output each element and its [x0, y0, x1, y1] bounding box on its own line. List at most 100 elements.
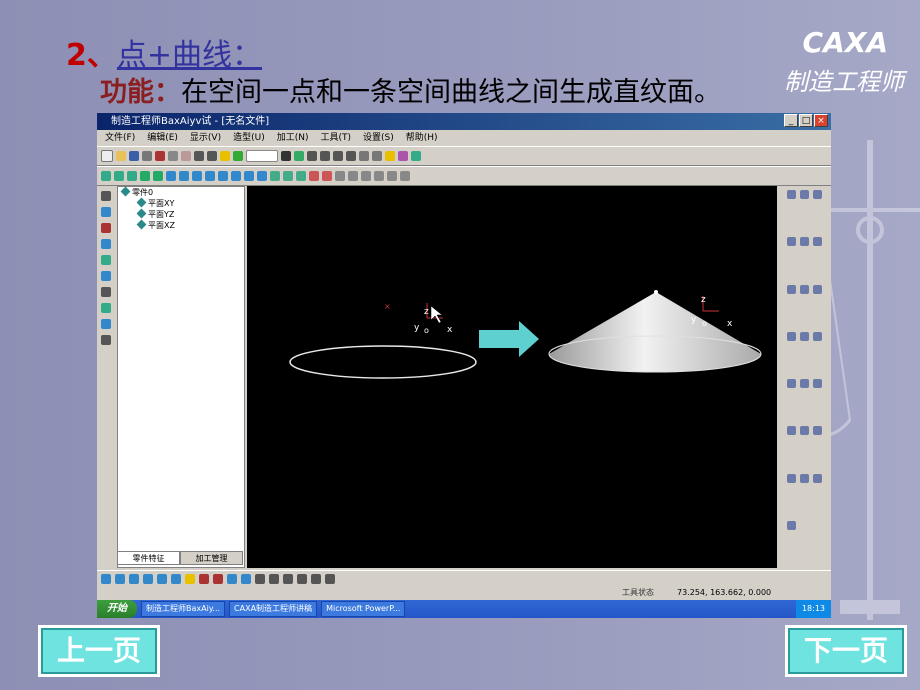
menu-view[interactable]: 显示(V): [190, 130, 221, 146]
surface-tool-icon[interactable]: [166, 171, 176, 181]
ellipse-icon[interactable]: [787, 331, 796, 341]
machining-tool-icon[interactable]: [361, 171, 371, 181]
edit-curve-icon[interactable]: [787, 520, 796, 530]
curve-tool-icon[interactable]: [800, 237, 809, 247]
geometry-transform-icon[interactable]: [297, 574, 307, 584]
close-button[interactable]: ×: [814, 114, 828, 127]
geometry-transform-icon[interactable]: [325, 574, 335, 584]
copy-icon[interactable]: [168, 151, 178, 161]
tree-item-plane-yz[interactable]: 平面YZ: [118, 208, 244, 220]
surface-tool-icon[interactable]: [205, 171, 215, 181]
surface-tool-icon[interactable]: [257, 171, 267, 181]
curve-tool-icon[interactable]: [787, 379, 796, 388]
curve-tool-icon[interactable]: [800, 331, 809, 341]
shaded-icon[interactable]: [385, 151, 395, 161]
redo-icon[interactable]: [207, 151, 217, 161]
sun-icon[interactable]: [220, 151, 230, 161]
menu-file[interactable]: 文件(F): [105, 130, 135, 146]
text-icon[interactable]: [800, 473, 809, 483]
machining-tool-icon[interactable]: [348, 171, 358, 181]
zoom-out-icon[interactable]: [320, 151, 330, 161]
surface-tool-icon[interactable]: [157, 574, 167, 584]
paste-icon[interactable]: [181, 151, 191, 161]
surface-tool-icon[interactable]: [129, 574, 139, 584]
tool-icon[interactable]: [411, 151, 421, 161]
save-icon[interactable]: [129, 151, 139, 161]
spline-icon[interactable]: [813, 331, 822, 341]
edit-tool-icon[interactable]: [101, 255, 111, 265]
formula-curve-icon[interactable]: [787, 426, 796, 436]
machining-tool-icon[interactable]: [387, 171, 397, 181]
line-icon[interactable]: [800, 190, 809, 199]
menu-edit[interactable]: 编辑(E): [147, 130, 178, 146]
menu-tools[interactable]: 工具(T): [321, 130, 352, 146]
tab-feature[interactable]: 零件特征: [117, 551, 180, 565]
edit-tool-icon[interactable]: [101, 303, 111, 313]
menu-help[interactable]: 帮助(H): [406, 130, 438, 146]
feature-tool-icon[interactable]: [140, 171, 150, 181]
undo-icon[interactable]: [194, 151, 204, 161]
tree-item-plane-xy[interactable]: 平面XY: [118, 197, 244, 209]
menu-machining[interactable]: 加工(N): [277, 130, 309, 146]
window-icon[interactable]: [281, 151, 291, 161]
curve-tool-icon[interactable]: [309, 171, 319, 181]
filter-icon[interactable]: [233, 151, 243, 161]
curve-tool-icon[interactable]: [322, 171, 332, 181]
menu-settings[interactable]: 设置(S): [363, 130, 394, 146]
surface-tool-icon[interactable]: [283, 171, 293, 181]
machining-tool-icon[interactable]: [400, 171, 410, 181]
menu-modeling[interactable]: 造型(U): [233, 130, 265, 146]
arc-icon[interactable]: [787, 237, 796, 247]
geometry-transform-icon[interactable]: [269, 574, 279, 584]
start-button[interactable]: 开始: [97, 600, 137, 618]
taskbar-item-cad[interactable]: 制造工程师BaxAiy...: [141, 601, 226, 617]
feature-tool-icon[interactable]: [153, 171, 163, 181]
curve-tool-icon[interactable]: [800, 426, 809, 436]
surface-tool-icon[interactable]: [270, 171, 280, 181]
select-arrow-icon[interactable]: [101, 191, 111, 201]
surface-tool-icon[interactable]: [218, 171, 228, 181]
rectangle-icon[interactable]: [800, 284, 809, 294]
new-file-icon[interactable]: [101, 150, 113, 162]
edit-tool-icon[interactable]: [101, 287, 111, 297]
pan-icon[interactable]: [346, 151, 356, 161]
feature-tool-icon[interactable]: [127, 171, 137, 181]
point-icon[interactable]: [800, 379, 809, 388]
prev-page-button[interactable]: 上一页: [38, 625, 160, 677]
tree-item-plane-xz[interactable]: 平面XZ: [118, 219, 244, 231]
layer-dropdown[interactable]: [246, 150, 278, 162]
curve-tool-icon[interactable]: [787, 190, 796, 199]
cut-icon[interactable]: [155, 151, 165, 161]
zoom-in-icon[interactable]: [307, 151, 317, 161]
feature-tool-icon[interactable]: [101, 171, 111, 181]
viewport-canvas[interactable]: × z y o x z y o x: [247, 186, 777, 568]
taskbar-item-powerpoint[interactable]: Microsoft PowerP...: [321, 601, 406, 617]
open-file-icon[interactable]: [116, 151, 126, 161]
curve-tool-icon[interactable]: [813, 284, 822, 294]
geometry-transform-icon[interactable]: [283, 574, 293, 584]
curve-tool-icon[interactable]: [813, 379, 822, 388]
surface-tool-icon[interactable]: [296, 171, 306, 181]
surface-tool-icon[interactable]: [185, 574, 195, 584]
surface-tool-icon[interactable]: [171, 574, 181, 584]
surface-tool-icon[interactable]: [231, 171, 241, 181]
curve-edit-icon[interactable]: [241, 574, 251, 584]
maximize-button[interactable]: □: [799, 114, 813, 127]
surface-tool-icon[interactable]: [179, 171, 189, 181]
curve-edit-icon[interactable]: [213, 574, 223, 584]
surface-tool-icon[interactable]: [192, 171, 202, 181]
curve-edit-icon[interactable]: [199, 574, 209, 584]
surface-tool-icon[interactable]: [143, 574, 153, 584]
curve-tool-icon[interactable]: [813, 190, 822, 199]
polygon-icon[interactable]: [813, 426, 822, 436]
edit-tool-icon[interactable]: [101, 319, 111, 329]
tree-root[interactable]: 零件0: [118, 186, 244, 198]
curve-edit-icon[interactable]: [255, 574, 265, 584]
machining-tool-icon[interactable]: [374, 171, 384, 181]
tab-machining[interactable]: 加工管理: [180, 551, 243, 565]
feature-tool-icon[interactable]: [114, 171, 124, 181]
geometry-transform-icon[interactable]: [311, 574, 321, 584]
edit-tool-icon[interactable]: [101, 239, 111, 249]
surface-tool-icon[interactable]: [101, 574, 111, 584]
edit-tool-icon[interactable]: [101, 271, 111, 281]
